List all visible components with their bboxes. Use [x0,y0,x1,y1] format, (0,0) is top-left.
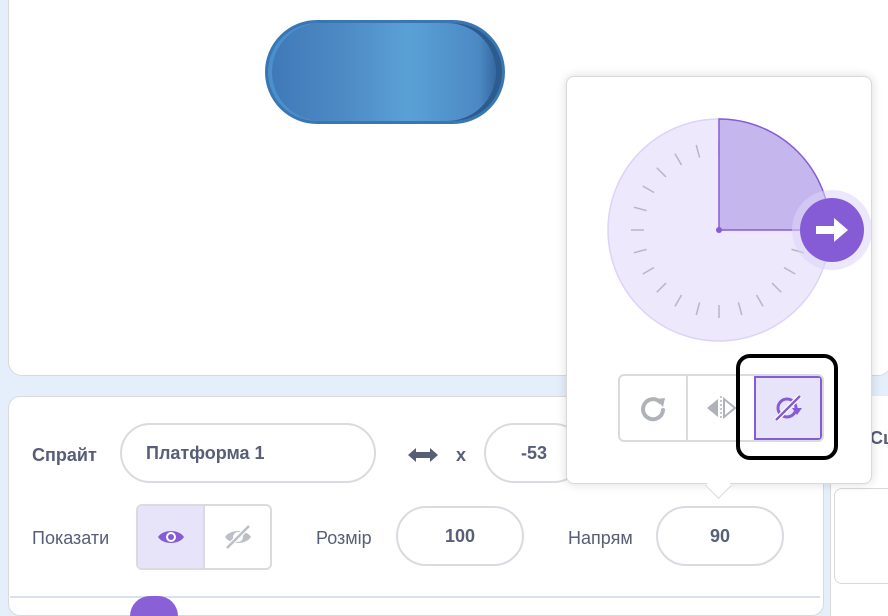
size-input[interactable]: 100 [396,506,524,566]
focus-highlight [736,354,838,460]
dial-center [716,227,722,233]
stage-thumbnail[interactable] [834,488,888,584]
platform-sprite[interactable] [265,20,505,124]
arrow-right-icon[interactable] [800,198,864,262]
left-right-arrow-icon [408,448,438,462]
x-value: -53 [520,442,547,463]
flip-horizontal-icon [707,396,737,420]
rotate-icon [641,397,665,422]
eye-icon [157,531,184,543]
eye-slash-icon [224,524,251,550]
all-around-button[interactable] [620,376,686,440]
divider [10,596,820,598]
direction-value: 90 [709,525,731,546]
x-label: x [456,445,467,465]
visibility-toggle [136,504,272,570]
show-label: Показати [32,528,110,548]
direction-label: Напрям [568,528,633,548]
hide-button[interactable] [203,506,270,568]
sprite-label: Спрайт [32,445,97,465]
sprite-name-value: Платформа 1 [146,442,265,463]
direction-dial[interactable] [598,106,874,356]
size-label: Розмір [316,528,372,548]
sprite-name-input[interactable]: Платформа 1 [120,423,376,483]
size-value: 100 [444,525,476,546]
stage-panel-label: Сц [870,428,888,448]
show-button[interactable] [138,506,203,568]
direction-input[interactable]: 90 [656,506,784,566]
